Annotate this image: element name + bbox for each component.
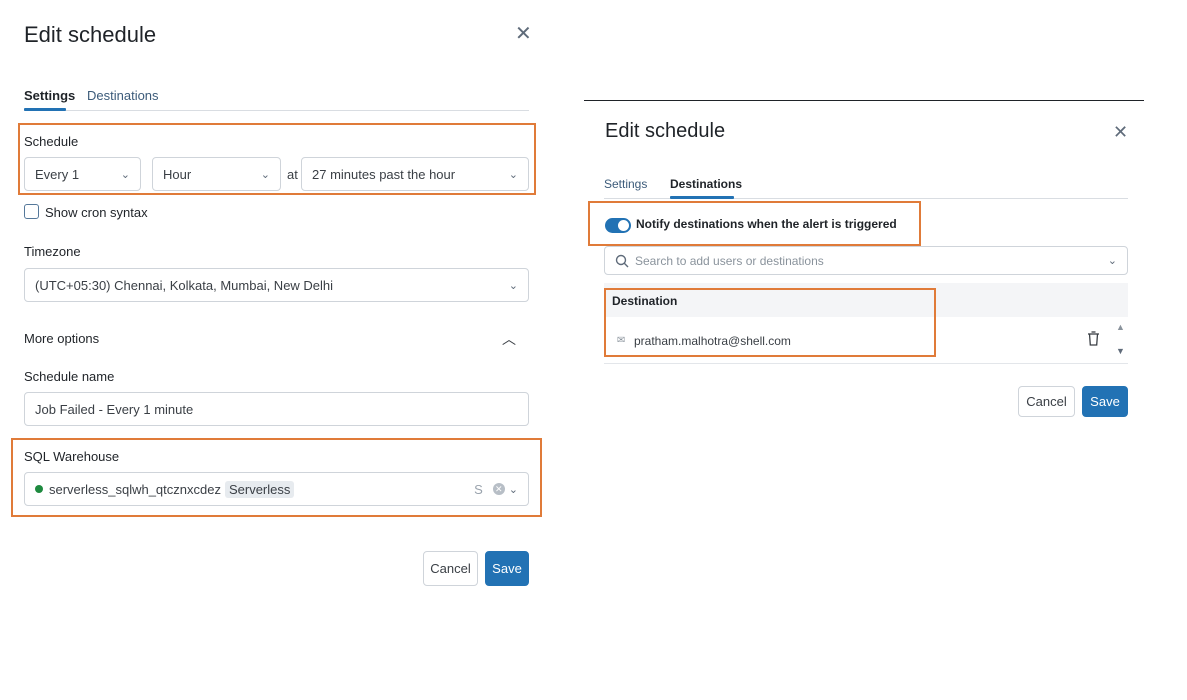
search-placeholder: Search to add users or destinations: [635, 253, 824, 268]
left-close-icon[interactable]: ✕: [515, 24, 532, 44]
notify-toggle[interactable]: [605, 218, 631, 233]
every-value: Every 1: [35, 166, 80, 182]
left-active-tab-indicator: [24, 108, 66, 111]
at-label: at: [287, 167, 298, 182]
warehouse-select[interactable]: serverless_sqlwh_qtcznxcdez Serverless S…: [24, 472, 529, 506]
right-cancel-button[interactable]: Cancel: [1018, 386, 1075, 417]
clear-icon[interactable]: ✕: [492, 483, 505, 495]
cron-checkbox[interactable]: [24, 204, 39, 219]
serverless-badge: Serverless: [224, 480, 295, 498]
left-tab-settings[interactable]: Settings: [24, 88, 75, 103]
chevron-up-icon[interactable]: ︿: [502, 329, 516, 349]
left-tabs-divider: [24, 110, 529, 111]
search-icon: [615, 254, 629, 267]
chevron-down-icon: ⌄: [508, 279, 518, 292]
chevron-down-icon[interactable]: ⌄: [509, 483, 518, 496]
mail-icon: ✉: [617, 335, 626, 346]
timezone-select[interactable]: (UTC+05:30) Chennai, Kolkata, Mumbai, Ne…: [24, 268, 529, 302]
right-save-button[interactable]: Save: [1082, 386, 1128, 417]
right-tab-settings[interactable]: Settings: [604, 177, 647, 191]
schedule-name-value: Job Failed - Every 1 minute: [35, 401, 194, 417]
every-select[interactable]: Every 1 ⌄: [24, 157, 141, 191]
destination-search-input[interactable]: Search to add users or destinations ⌄: [604, 246, 1128, 275]
time-select[interactable]: 27 minutes past the hour ⌄: [301, 157, 529, 191]
schedule-name-label: Schedule name: [24, 369, 115, 384]
destination-email: pratham.malhotra@shell.com: [634, 334, 791, 348]
scroll-up-icon[interactable]: ▲: [1116, 322, 1125, 332]
right-dialog-title: Edit schedule: [605, 120, 726, 142]
warehouse-name: serverless_sqlwh_qtcznxcdez: [49, 481, 221, 497]
time-value: 27 minutes past the hour: [312, 166, 456, 182]
left-tab-destinations[interactable]: Destinations: [87, 88, 159, 103]
schedule-name-input[interactable]: Job Failed - Every 1 minute: [24, 392, 529, 426]
right-close-icon[interactable]: ✕: [1113, 123, 1128, 141]
chevron-down-icon: ⌄: [508, 168, 518, 181]
right-active-tab-indicator: [670, 196, 734, 199]
destination-column-header: Destination: [612, 294, 678, 308]
unit-select[interactable]: Hour ⌄: [152, 157, 281, 191]
schedule-label: Schedule: [24, 134, 79, 149]
left-cancel-button[interactable]: Cancel: [423, 551, 478, 586]
cron-label: Show cron syntax: [45, 205, 148, 220]
timezone-label: Timezone: [24, 244, 81, 259]
scroll-down-icon[interactable]: ▼: [1116, 346, 1125, 356]
notify-label: Notify destinations when the alert is tr…: [636, 217, 897, 231]
right-tab-destinations[interactable]: Destinations: [670, 177, 742, 191]
left-dialog-title: Edit schedule: [24, 22, 157, 47]
timezone-value: (UTC+05:30) Chennai, Kolkata, Mumbai, Ne…: [35, 277, 334, 293]
chevron-down-icon[interactable]: ⌄: [1108, 254, 1117, 267]
unit-value: Hour: [163, 166, 192, 182]
status-dot-icon: [35, 485, 43, 493]
trash-icon[interactable]: [1087, 331, 1100, 346]
left-save-button[interactable]: Save: [485, 551, 529, 586]
chevron-down-icon: ⌄: [120, 168, 130, 181]
warehouse-label: SQL Warehouse: [24, 449, 120, 464]
warehouse-size: S: [474, 481, 483, 497]
right-edit-schedule-dialog: Edit schedule ✕ Settings Destinations No…: [0, 0, 1187, 417]
chevron-down-icon: ⌄: [260, 168, 270, 181]
right-panel-top-border: [584, 100, 1144, 101]
more-options-label: More options: [24, 331, 100, 346]
